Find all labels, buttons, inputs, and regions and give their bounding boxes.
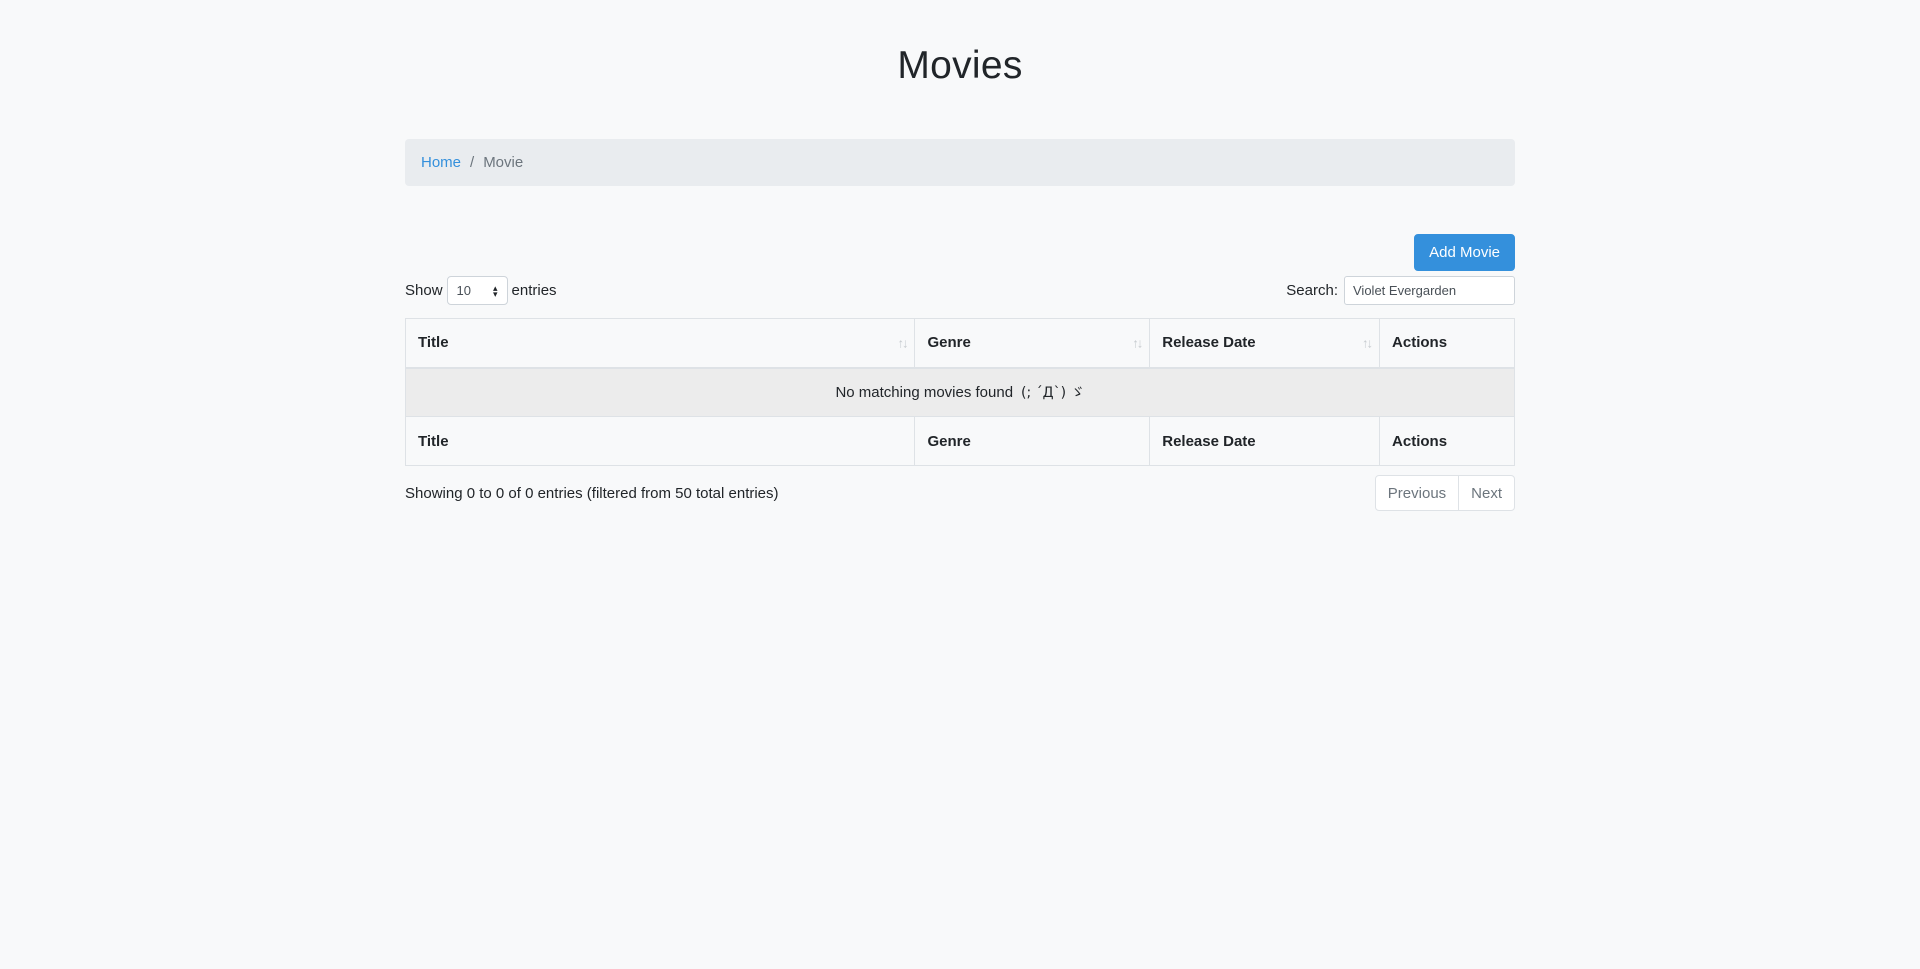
footer-header-genre: Genre xyxy=(914,416,1151,466)
empty-message: No matching movies found xyxy=(835,384,1014,402)
breadcrumb-separator: / xyxy=(470,154,475,171)
entries-length-value: 10 xyxy=(456,283,471,298)
main-container: Home / Movie Add Movie Show 10 ▴ ▾ entrie… xyxy=(404,139,1515,519)
show-label: Show xyxy=(405,282,443,299)
footer-header-actions: Actions xyxy=(1379,416,1515,466)
entries-length-select[interactable]: 10 ▴ ▾ xyxy=(446,276,508,305)
search-control: Search: xyxy=(1286,276,1515,305)
sort-icon: ↑↓ xyxy=(897,335,908,351)
column-header-release-date-label: Release Date xyxy=(1162,334,1256,352)
empty-table-cell: No matching movies found (; ´Д`) ゞ xyxy=(405,367,1515,417)
column-header-genre[interactable]: Genre ↑↓ xyxy=(914,318,1151,369)
entries-length-control: Show 10 ▴ ▾ entries xyxy=(405,276,557,305)
pagination: Previous Next xyxy=(1374,475,1515,511)
table-info: Showing 0 to 0 of 0 entries (filtered fr… xyxy=(405,485,779,502)
column-header-release-date[interactable]: Release Date ↑↓ xyxy=(1149,318,1381,369)
footer-header-release-date: Release Date xyxy=(1149,416,1381,466)
column-header-actions-label: Actions xyxy=(1392,334,1448,352)
select-arrows-icon: ▴ ▾ xyxy=(493,282,498,299)
search-input[interactable] xyxy=(1344,276,1515,305)
breadcrumb-home-link[interactable]: Home xyxy=(421,154,461,171)
entries-label: entries xyxy=(511,282,557,299)
table-controls: Show 10 ▴ ▾ entries Search: xyxy=(405,273,1515,315)
table-footer-row: Title Genre Release Date Actions xyxy=(404,416,1515,466)
column-header-genre-label: Genre xyxy=(927,334,971,352)
movies-table: Title ↑↓ Genre ↑↓ Release Date ↑↓ Actions N… xyxy=(404,318,1515,466)
empty-emoticon: (; ´Д`) ゞ xyxy=(1021,385,1085,402)
column-header-title-label: Title xyxy=(418,334,449,352)
page-title: Movies xyxy=(897,44,1023,87)
search-label: Search: xyxy=(1286,282,1338,299)
sort-icon: ↑↓ xyxy=(1362,335,1373,351)
footer-header-title: Title xyxy=(404,416,916,466)
column-header-actions: Actions xyxy=(1379,318,1515,369)
breadcrumb: Home / Movie xyxy=(405,139,1515,186)
toolbar: Add Movie xyxy=(405,234,1515,274)
add-movie-button[interactable]: Add Movie xyxy=(1414,234,1515,271)
table-footer: Showing 0 to 0 of 0 entries (filtered fr… xyxy=(405,475,1515,519)
page: Movies Home / Movie Add Movie Show 10 ▴ ▾… xyxy=(0,0,1920,969)
column-header-title[interactable]: Title ↑↓ xyxy=(404,318,916,369)
next-page-button[interactable]: Next xyxy=(1459,475,1515,511)
previous-page-button[interactable]: Previous xyxy=(1374,475,1460,511)
sort-icon: ↑↓ xyxy=(1132,335,1143,351)
table-header-row: Title ↑↓ Genre ↑↓ Release Date ↑↓ Actions xyxy=(404,318,1515,369)
table-empty-row: No matching movies found (; ´Д`) ゞ xyxy=(405,367,1515,417)
breadcrumb-current: Movie xyxy=(483,154,524,171)
